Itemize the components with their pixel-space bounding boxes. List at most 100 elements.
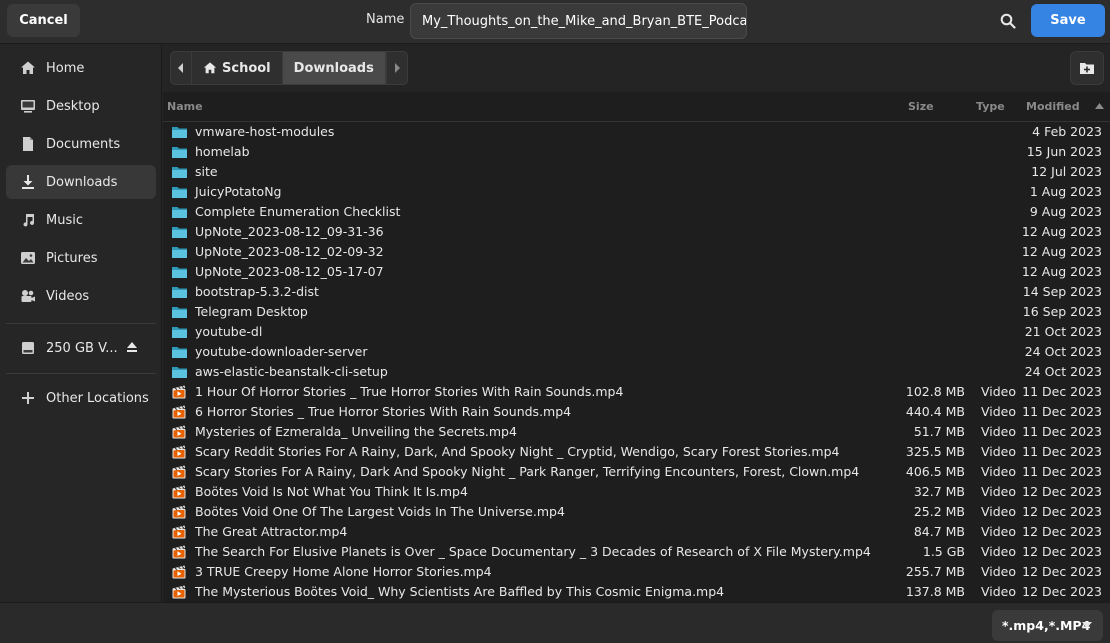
file-row[interactable]: The Search For Elusive Planets is Over _… (163, 542, 1110, 562)
folder-row[interactable]: Complete Enumeration Checklist 9 Aug 2023 (163, 202, 1110, 222)
folder-row[interactable]: UpNote_2023-08-12_02-09-32 12 Aug 2023 (163, 242, 1110, 262)
places-sidebar: Home Desktop Documents Downloads Music P… (0, 45, 162, 602)
sidebar-item-documents[interactable]: Documents (6, 127, 156, 161)
bottom-bar: *.mp4,*.MP4 (0, 602, 1110, 643)
file-size: 440.4 MB (905, 404, 965, 419)
chevron-down-icon (1082, 622, 1092, 628)
sidebar-item-music[interactable]: Music (6, 203, 156, 237)
file-modified: 12 Dec 2023 (1022, 544, 1102, 559)
file-row[interactable]: Mysteries of Ezmeralda_ Unveiling the Se… (163, 422, 1110, 442)
file-modified: 12 Aug 2023 (1021, 244, 1102, 259)
column-header-modified[interactable]: Modified (1026, 100, 1080, 113)
file-row[interactable]: The Mysterious Boötes Void_ Why Scientis… (163, 582, 1110, 602)
folder-row[interactable]: homelab 15 Jun 2023 (163, 142, 1110, 162)
file-name: The Great Attractor.mp4 (195, 524, 348, 539)
folder-row[interactable]: JuicyPotatoNg 1 Aug 2023 (163, 182, 1110, 202)
file-size: 25.2 MB (913, 504, 965, 519)
column-header-size[interactable]: Size (908, 100, 934, 113)
file-filter-dropdown[interactable]: *.mp4,*.MP4 (992, 610, 1103, 641)
download-icon (20, 174, 36, 190)
sidebar-item-pictures[interactable]: Pictures (6, 241, 156, 275)
file-row[interactable]: The Great Attractor.mp4 84.7 MB Video 12 De… (163, 522, 1110, 542)
sidebar-item-other-locations[interactable]: Other Locations (6, 381, 156, 415)
folder-row[interactable]: UpNote_2023-08-12_09-31-36 12 Aug 2023 (163, 222, 1110, 242)
sidebar-item-label: 250 GB V... (46, 340, 118, 356)
file-size: 102.8 MB (905, 384, 965, 399)
file-modified: 12 Jul 2023 (1031, 164, 1102, 179)
file-name: Complete Enumeration Checklist (195, 204, 401, 219)
file-row[interactable]: 6 Horror Stories _ True Horror Stories W… (163, 402, 1110, 422)
file-row[interactable]: Scary Reddit Stories For A Rainy, Dark, … (163, 442, 1110, 462)
path-segment-downloads[interactable]: Downloads (282, 51, 386, 85)
sidebar-item-label: Pictures (46, 250, 98, 266)
folder-icon (172, 285, 187, 299)
folder-icon (172, 265, 187, 279)
music-icon (20, 212, 36, 228)
search-button[interactable] (993, 6, 1023, 36)
search-icon (1000, 13, 1016, 29)
path-segment-school[interactable]: School (192, 51, 283, 85)
sidebar-item-videos[interactable]: Videos (6, 279, 156, 313)
file-modified: 24 Oct 2023 (1024, 344, 1102, 359)
home-icon (20, 60, 36, 76)
folder-row[interactable]: Telegram Desktop 16 Sep 2023 (163, 302, 1110, 322)
file-modified: 12 Dec 2023 (1022, 584, 1102, 599)
file-name: bootstrap-5.3.2-dist (195, 284, 319, 299)
folder-row[interactable]: aws-elastic-beanstalk-cli-setup 24 Oct 20… (163, 362, 1110, 382)
file-row[interactable]: Scary Stories For A Rainy, Dark And Spoo… (163, 462, 1110, 482)
path-scroll-left-button[interactable] (170, 51, 192, 85)
folder-icon (172, 145, 187, 159)
video-file-icon (172, 525, 187, 539)
new-folder-icon (1080, 63, 1094, 74)
path-scroll-right-button[interactable] (385, 51, 408, 85)
filter-value: *.mp4,*.MP4 (1002, 618, 1091, 633)
file-list[interactable]: Name Size Type Modified vmware-host-modu… (163, 92, 1110, 602)
folder-icon (172, 345, 187, 359)
file-modified: 12 Dec 2023 (1022, 484, 1102, 499)
save-button[interactable]: Save (1031, 4, 1105, 37)
file-size: 325.5 MB (905, 444, 965, 459)
folder-row[interactable]: youtube-dl 21 Oct 2023 (163, 322, 1110, 342)
file-name: 1 Hour Of Horror Stories _ True Horror S… (195, 384, 624, 399)
file-modified: 4 Feb 2023 (1032, 124, 1102, 139)
video-file-icon (172, 425, 187, 439)
folder-row[interactable]: bootstrap-5.3.2-dist 14 Sep 2023 (163, 282, 1110, 302)
sidebar-item-label: Downloads (46, 174, 118, 190)
file-row[interactable]: Boötes Void Is Not What You Think It Is.… (163, 482, 1110, 502)
folder-row[interactable]: site 12 Jul 2023 (163, 162, 1110, 182)
file-row[interactable]: Boötes Void One Of The Largest Voids In … (163, 502, 1110, 522)
file-type: Video (981, 564, 1017, 579)
sidebar-item-drive[interactable]: 250 GB V... (6, 331, 156, 365)
sidebar-item-downloads[interactable]: Downloads (6, 165, 156, 199)
file-type: Video (981, 404, 1017, 419)
file-type: Video (981, 484, 1017, 499)
drive-icon (20, 340, 36, 356)
file-modified: 12 Aug 2023 (1021, 264, 1102, 279)
new-folder-button[interactable] (1070, 51, 1104, 85)
sort-ascending-icon (1095, 103, 1104, 109)
file-name: Scary Reddit Stories For A Rainy, Dark, … (195, 444, 840, 459)
eject-icon[interactable] (126, 341, 138, 357)
sidebar-item-home[interactable]: Home (6, 51, 156, 85)
file-name: The Mysterious Boötes Void_ Why Scientis… (195, 584, 725, 599)
video-file-icon (172, 585, 187, 599)
header-bar: Cancel Name My_Thoughts_on_the_Mike_and_… (0, 0, 1110, 44)
column-header-name[interactable]: Name (167, 100, 203, 113)
column-header-type[interactable]: Type (976, 100, 1005, 113)
file-row[interactable]: 3 TRUE Creepy Home Alone Horror Stories.… (163, 562, 1110, 582)
file-row[interactable]: 1 Hour Of Horror Stories _ True Horror S… (163, 382, 1110, 402)
name-label: Name (366, 12, 405, 27)
folder-row[interactable]: youtube-downloader-server 24 Oct 2023 (163, 342, 1110, 362)
folder-row[interactable]: vmware-host-modules 4 Feb 2023 (163, 122, 1110, 142)
folder-row[interactable]: UpNote_2023-08-12_05-17-07 12 Aug 2023 (163, 262, 1110, 282)
file-type: Video (981, 544, 1017, 559)
path-bar: School Downloads (170, 51, 408, 85)
video-file-icon (172, 445, 187, 459)
chevron-left-icon (178, 63, 183, 73)
file-name: homelab (195, 144, 250, 159)
video-file-icon (172, 545, 187, 559)
cancel-button[interactable]: Cancel (7, 4, 80, 37)
filename-input[interactable]: My_Thoughts_on_the_Mike_and_Bryan_BTE_Po… (410, 3, 747, 39)
sidebar-item-desktop[interactable]: Desktop (6, 89, 156, 123)
folder-icon (172, 165, 187, 179)
